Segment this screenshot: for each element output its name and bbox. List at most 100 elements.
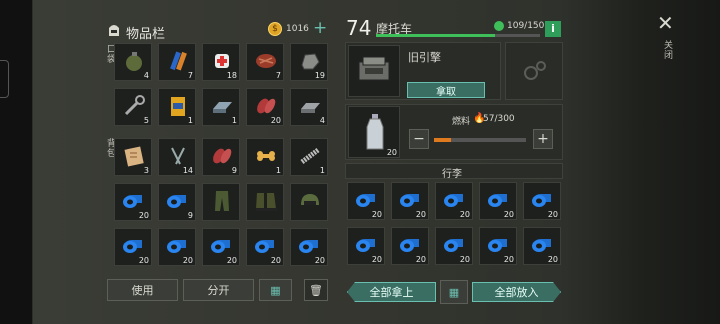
put-all-button[interactable]: 全部放入 [472, 282, 561, 302]
luggage-slot[interactable]: 20 [479, 227, 517, 265]
item-count: 4 [143, 71, 149, 80]
backpack-slot[interactable]: 20 [114, 228, 152, 266]
coin-icon: $ [268, 22, 282, 36]
vehicle-durability: 109/150 [507, 21, 545, 31]
helmet-icon [301, 194, 319, 205]
luggage-slot[interactable]: 20 [435, 227, 473, 265]
durability-icon [494, 21, 504, 31]
side-tab[interactable] [0, 60, 9, 98]
pocket-slot[interactable]: 4 [114, 43, 152, 81]
backpack-slot[interactable]: 20 [290, 228, 328, 266]
item-count: 20 [138, 211, 149, 220]
close-button[interactable]: ✕ [657, 11, 674, 35]
backpack-slot[interactable]: 20 [158, 228, 196, 266]
item-count: 20 [182, 256, 193, 265]
item-count: 20 [547, 255, 558, 264]
use-button[interactable]: 使用 [107, 279, 178, 301]
item-count: 20 [415, 210, 426, 219]
backpack-slot[interactable]: 14 [158, 138, 196, 176]
tape-icon [488, 194, 507, 207]
luggage-slot[interactable]: 20 [479, 182, 517, 220]
left-edge-bar [0, 0, 32, 324]
engine-slot[interactable] [348, 45, 400, 97]
backpack-slot[interactable] [290, 183, 328, 221]
take-button[interactable]: 拿取 [407, 82, 485, 98]
sort-grid-button[interactable]: ▦ [259, 279, 292, 301]
item-count: 1 [187, 116, 193, 125]
water-bottle-icon [366, 114, 384, 150]
fuel-item-slot[interactable]: 20 [348, 106, 400, 158]
tape-icon [488, 239, 507, 252]
tape-icon [211, 240, 230, 253]
backpack-slot[interactable] [246, 183, 284, 221]
item-count: 19 [314, 71, 325, 80]
grid-icon: ▦ [270, 283, 281, 297]
item-count: 20 [459, 255, 470, 264]
fuel-minus-button[interactable]: − [409, 129, 429, 149]
backpack-slot[interactable]: 20 [246, 228, 284, 266]
trash-button[interactable]: 🗑 [304, 279, 328, 301]
stone-icon [301, 53, 320, 70]
item-count: 20 [547, 210, 558, 219]
fuel-label: 燃料 [452, 117, 471, 127]
pocket-slot[interactable]: 1 [202, 88, 240, 126]
item-count: 4 [319, 116, 325, 125]
add-coins-button[interactable]: + [313, 18, 327, 38]
backpack-slot[interactable]: 9 [202, 138, 240, 176]
tape-icon [444, 194, 463, 207]
luggage-slot[interactable]: 20 [347, 182, 385, 220]
backpack-icon [109, 25, 119, 36]
tape-icon [123, 195, 142, 208]
fuel-bar [434, 138, 452, 142]
durability-bar [376, 34, 496, 37]
tape-icon [123, 240, 142, 253]
fuel-plus-button[interactable]: + [533, 129, 553, 149]
tape-icon [356, 194, 375, 207]
backpack-slot[interactable]: 1 [290, 138, 328, 176]
engine-name: 旧引擎 [408, 51, 441, 64]
backpack-slot[interactable] [202, 183, 240, 221]
pocket-slot[interactable]: 7 [158, 43, 196, 81]
metal-ingot-icon [301, 103, 320, 113]
take-all-button[interactable]: 全部拿上 [347, 282, 436, 302]
grenade-icon [126, 52, 142, 71]
battery-icon [170, 51, 187, 71]
split-button[interactable]: 分开 [183, 279, 254, 301]
item-count: 1 [319, 166, 325, 175]
backpack-slot[interactable]: 20 [114, 183, 152, 221]
luggage-slot[interactable]: 20 [523, 227, 561, 265]
luggage-slot[interactable]: 20 [391, 182, 429, 220]
pocket-slot[interactable]: 7 [246, 43, 284, 81]
item-count: 9 [187, 211, 193, 220]
luggage-slot[interactable]: 20 [435, 182, 473, 220]
backpack-slot[interactable]: 3 [114, 138, 152, 176]
item-count: 5 [143, 116, 149, 125]
empty-part-slot[interactable] [505, 42, 563, 100]
boots-icon [256, 193, 277, 211]
tape-icon [255, 240, 274, 253]
backpack-slot[interactable]: 20 [202, 228, 240, 266]
pocket-slot[interactable]: 19 [290, 43, 328, 81]
raw-meat-icon [213, 148, 232, 164]
pocket-slot[interactable]: 18 [202, 43, 240, 81]
item-count: 20 [226, 256, 237, 265]
tape-icon [444, 239, 463, 252]
close-icon: ✕ [657, 11, 674, 35]
tape-icon [167, 195, 186, 208]
info-button[interactable]: i [545, 21, 561, 37]
pocket-slot[interactable]: 1 [158, 88, 196, 126]
backpack-slot[interactable]: 1 [246, 138, 284, 176]
tape-icon [400, 194, 419, 207]
luggage-slot[interactable]: 20 [391, 227, 429, 265]
item-count: 7 [275, 71, 281, 80]
backpack-slot[interactable]: 9 [158, 183, 196, 221]
pocket-slot[interactable]: 20 [246, 88, 284, 126]
close-label: 关闭 [662, 40, 672, 60]
luggage-slot[interactable]: 20 [347, 227, 385, 265]
pocket-slot[interactable]: 4 [290, 88, 328, 126]
luggage-slot[interactable]: 20 [523, 182, 561, 220]
trash-icon: 🗑 [309, 283, 323, 297]
item-count: 20 [459, 210, 470, 219]
luggage-sort-button[interactable]: ▦ [440, 280, 468, 304]
pocket-slot[interactable]: 5 [114, 88, 152, 126]
